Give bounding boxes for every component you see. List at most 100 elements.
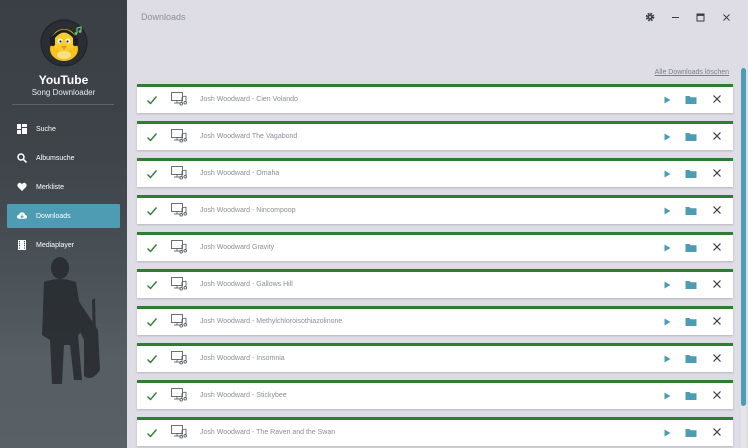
minimize-button[interactable] bbox=[668, 10, 682, 24]
app-subtitle: Song Downloader bbox=[31, 88, 96, 97]
checkmark-icon bbox=[147, 244, 158, 253]
play-button[interactable] bbox=[662, 169, 672, 179]
downloads-list: Josh Woodward - Cien Volando Josh Woodwa… bbox=[137, 84, 733, 448]
play-button[interactable] bbox=[662, 243, 672, 253]
remove-download-button[interactable] bbox=[712, 316, 722, 326]
sidebar-item-downloads[interactable]: Downloads bbox=[7, 204, 120, 228]
gear-icon bbox=[645, 12, 655, 22]
play-button[interactable] bbox=[662, 391, 672, 401]
remove-download-button[interactable] bbox=[712, 390, 722, 400]
close-icon bbox=[722, 13, 730, 21]
download-row: Josh Woodward - Cien Volando bbox=[137, 84, 733, 113]
open-folder-button[interactable] bbox=[685, 131, 697, 142]
heart-icon bbox=[17, 182, 27, 192]
checkmark-icon bbox=[147, 96, 158, 105]
video-music-icon bbox=[171, 388, 187, 402]
checkmark-icon bbox=[147, 429, 158, 438]
download-title: Josh Woodward Gravity bbox=[200, 244, 275, 251]
download-title: Josh Woodward - Stickybee bbox=[200, 392, 287, 399]
download-title: Josh Woodward - Omaha bbox=[200, 170, 280, 177]
sidebar-item-merkliste[interactable]: Merkliste bbox=[7, 175, 120, 199]
download-title: Josh Woodward - The Raven and the Swan bbox=[200, 429, 336, 436]
open-folder-button[interactable] bbox=[685, 168, 697, 179]
sidebar-nav: Suche Albumsuche Merkliste Downloads Med… bbox=[7, 117, 120, 262]
play-button[interactable] bbox=[662, 280, 672, 290]
minimize-icon bbox=[671, 16, 679, 18]
checkmark-icon bbox=[147, 281, 158, 290]
settings-button[interactable] bbox=[643, 10, 657, 24]
maximize-icon bbox=[696, 13, 704, 21]
video-music-icon bbox=[171, 92, 187, 106]
download-row: Josh Woodward - Nincompoop bbox=[137, 195, 733, 224]
remove-download-button[interactable] bbox=[712, 427, 722, 437]
video-music-icon bbox=[171, 277, 187, 291]
remove-download-button[interactable] bbox=[712, 94, 722, 104]
download-row: Josh Woodward - The Raven and the Swan bbox=[137, 417, 733, 446]
open-folder-button[interactable] bbox=[685, 242, 697, 253]
checkmark-icon bbox=[147, 355, 158, 364]
open-folder-button[interactable] bbox=[685, 205, 697, 216]
download-title: Josh Woodward - Nincompoop bbox=[200, 207, 296, 214]
download-row: Josh Woodward - Omaha bbox=[137, 158, 733, 187]
app-name: YouTube bbox=[38, 73, 89, 87]
download-title: Josh Woodward - Methylchloroisothiazolin… bbox=[200, 318, 343, 325]
downloads-panel: Alle Downloads löschen Josh Woodward - C… bbox=[137, 34, 733, 448]
open-folder-button[interactable] bbox=[685, 316, 697, 327]
play-button[interactable] bbox=[662, 132, 672, 142]
open-folder-button[interactable] bbox=[685, 94, 697, 105]
sidebar: YouTube Song Downloader Suche Albumsuche… bbox=[0, 0, 127, 448]
video-music-icon bbox=[171, 203, 187, 217]
sidebar-item-suche[interactable]: Suche bbox=[7, 117, 120, 141]
close-window-button[interactable] bbox=[719, 10, 733, 24]
sidebar-item-label: Suche bbox=[36, 125, 56, 133]
film-icon bbox=[17, 240, 27, 250]
play-button[interactable] bbox=[662, 317, 672, 327]
checkmark-icon bbox=[147, 133, 158, 142]
download-row: Josh Woodward - Gallows Hill bbox=[137, 269, 733, 298]
play-button[interactable] bbox=[662, 428, 672, 438]
play-button[interactable] bbox=[662, 95, 672, 105]
clear-all-downloads-link[interactable]: Alle Downloads löschen bbox=[655, 69, 729, 76]
scrollbar-thumb[interactable] bbox=[741, 68, 746, 406]
video-music-icon bbox=[171, 351, 187, 365]
maximize-button[interactable] bbox=[693, 10, 707, 24]
open-folder-button[interactable] bbox=[685, 427, 697, 438]
cloud-download-icon bbox=[17, 211, 27, 221]
download-row: Josh Woodward Gravity bbox=[137, 232, 733, 261]
video-music-icon bbox=[171, 314, 187, 328]
sidebar-item-label: Mediaplayer bbox=[36, 241, 75, 249]
checkmark-icon bbox=[147, 392, 158, 401]
sidebar-divider bbox=[12, 104, 114, 105]
remove-download-button[interactable] bbox=[712, 279, 722, 289]
sidebar-item-label: Merkliste bbox=[36, 183, 65, 191]
open-folder-button[interactable] bbox=[685, 353, 697, 364]
video-music-icon bbox=[171, 166, 187, 180]
checkmark-icon bbox=[147, 170, 158, 179]
download-title: Josh Woodward - Gallows Hill bbox=[200, 281, 293, 288]
page-title: Downloads bbox=[141, 12, 186, 22]
remove-download-button[interactable] bbox=[712, 168, 722, 178]
checkmark-icon bbox=[147, 318, 158, 327]
video-music-icon bbox=[171, 129, 187, 143]
video-music-icon bbox=[171, 425, 187, 439]
open-folder-button[interactable] bbox=[685, 279, 697, 290]
dashboard-icon bbox=[17, 124, 27, 134]
app-logo bbox=[40, 19, 88, 67]
remove-download-button[interactable] bbox=[712, 131, 722, 141]
sidebar-item-albumsuche[interactable]: Albumsuche bbox=[7, 146, 120, 170]
sidebar-item-mediaplayer[interactable]: Mediaplayer bbox=[7, 233, 120, 257]
play-button[interactable] bbox=[662, 206, 672, 216]
bird-headphones-logo-icon bbox=[40, 19, 88, 67]
remove-download-button[interactable] bbox=[712, 205, 722, 215]
remove-download-button[interactable] bbox=[712, 242, 722, 252]
checkmark-icon bbox=[147, 207, 158, 216]
remove-download-button[interactable] bbox=[712, 353, 722, 363]
video-music-icon bbox=[171, 240, 187, 254]
search-icon bbox=[17, 153, 27, 163]
download-row: Josh Woodward - Stickybee bbox=[137, 380, 733, 409]
title-bar: Downloads bbox=[127, 0, 748, 34]
open-folder-button[interactable] bbox=[685, 390, 697, 401]
download-row: Josh Woodward - Insomnia bbox=[137, 343, 733, 372]
sidebar-item-label: Albumsuche bbox=[36, 154, 75, 162]
play-button[interactable] bbox=[662, 354, 672, 364]
